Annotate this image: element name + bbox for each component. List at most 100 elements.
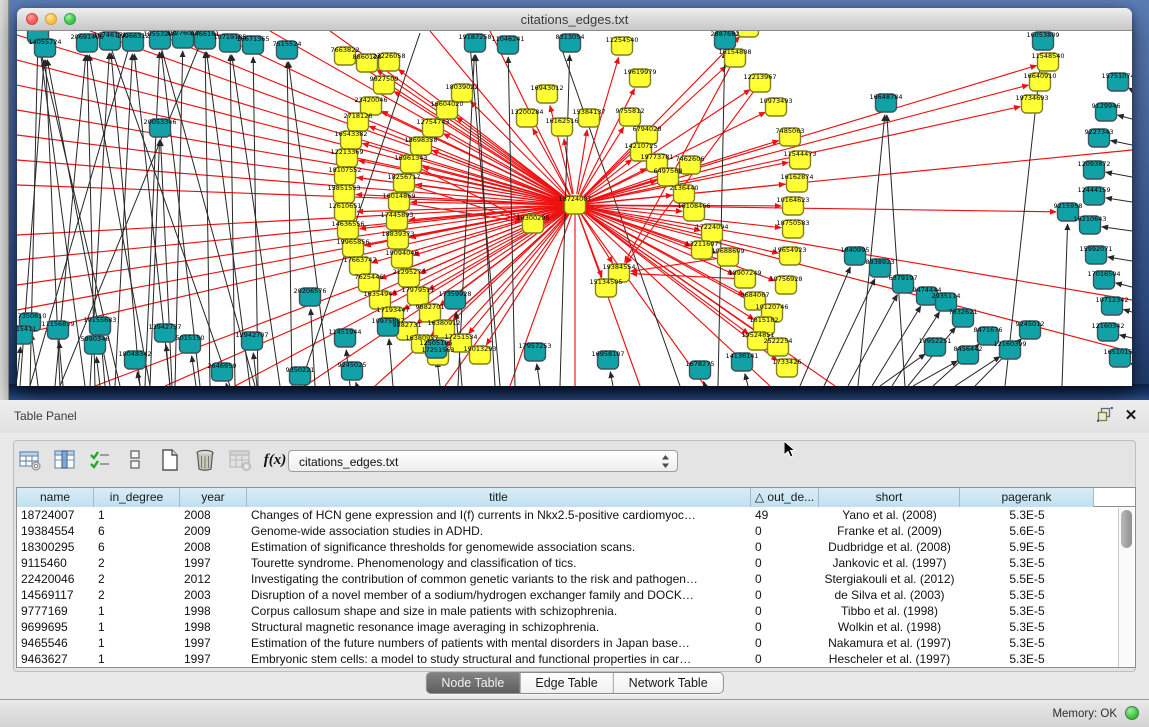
column-header-year[interactable]: year (180, 488, 247, 507)
table-cell[interactable]: 1997 (180, 555, 247, 571)
table-cell[interactable]: 2003 (180, 587, 247, 603)
network-graph[interactable]: 1872400718039022166040201275474318698338… (17, 31, 1132, 386)
table-cell[interactable]: Dudbridge et al. (2008) (819, 539, 960, 555)
table-cell[interactable]: 1 (94, 651, 180, 667)
table-row[interactable]: 1938455462009Genome-wide association stu… (17, 523, 1135, 539)
network-canvas[interactable]: 1872400718039022166040201275474318698338… (17, 31, 1132, 386)
table-cell[interactable]: 0 (751, 523, 819, 539)
scrollbar-thumb[interactable] (1121, 510, 1132, 548)
table-cell[interactable]: 5.3E-5 (960, 555, 1094, 571)
close-panel-icon[interactable]: ✕ (1121, 407, 1141, 425)
table-cell[interactable]: Yano et al. (2008) (819, 507, 960, 523)
table-cell[interactable]: 0 (751, 619, 819, 635)
table-cell[interactable]: 6 (94, 523, 180, 539)
row-format-icon[interactable] (122, 447, 148, 473)
column-header-pagerank[interactable]: pagerank (960, 488, 1094, 507)
table-cell[interactable]: 9777169 (17, 603, 94, 619)
table-cell[interactable]: 1 (94, 619, 180, 635)
table-cell[interactable]: Franke et al. (2009) (819, 523, 960, 539)
table-cell[interactable]: Embryonic stem cells: a model to study s… (247, 651, 751, 667)
table-cell[interactable]: 0 (751, 603, 819, 619)
table-settings-icon[interactable] (17, 447, 43, 473)
table-cell[interactable]: Disruption of a novel member of a sodium… (247, 587, 751, 603)
table-cell[interactable]: 14569117 (17, 587, 94, 603)
table-cell[interactable]: 18724007 (17, 507, 94, 523)
table-cell[interactable]: 2008 (180, 539, 247, 555)
delete-trash-icon[interactable] (192, 447, 218, 473)
tab-network-table[interactable]: Network Table (613, 673, 723, 693)
table-row[interactable]: 2242004622012Investigating the contribut… (17, 571, 1135, 587)
column-header-in_degree[interactable]: in_degree (94, 488, 180, 507)
table-cell[interactable]: 1 (94, 603, 180, 619)
table-cell[interactable]: 1 (94, 635, 180, 651)
table-cell[interactable]: Estimation of the future numbers of pati… (247, 635, 751, 651)
table-cell[interactable]: Tourette syndrome. Phenomenology and cla… (247, 555, 751, 571)
table-cell[interactable]: 2008 (180, 507, 247, 523)
table-cell[interactable]: 2009 (180, 523, 247, 539)
table-cell[interactable]: 5.5E-5 (960, 571, 1094, 587)
function-builder-icon[interactable]: f(x) (262, 447, 288, 473)
table-cell[interactable]: Tibbo et al. (1998) (819, 603, 960, 619)
table-cell[interactable]: 22420046 (17, 571, 94, 587)
table-cell[interactable]: Wolkin et al. (1998) (819, 619, 960, 635)
table-cell[interactable]: 18300295 (17, 539, 94, 555)
table-row[interactable]: 911546021997Tourette syndrome. Phenomeno… (17, 555, 1135, 571)
table-cell[interactable]: 0 (751, 539, 819, 555)
table-cell[interactable]: 5.3E-5 (960, 635, 1094, 651)
table-cell[interactable]: 0 (751, 571, 819, 587)
graph-node[interactable] (738, 31, 759, 37)
tab-edge-table[interactable]: Edge Table (519, 673, 612, 693)
new-document-icon[interactable] (157, 447, 183, 473)
table-cell[interactable]: 0 (751, 651, 819, 667)
table-cell[interactable]: 9115460 (17, 555, 94, 571)
table-cell[interactable]: Nakamura et al. (1997) (819, 635, 960, 651)
column-header-short[interactable]: short (819, 488, 960, 507)
table-cell[interactable]: 9699695 (17, 619, 94, 635)
column-header-title[interactable]: title (247, 488, 751, 507)
table-cell[interactable]: 1998 (180, 619, 247, 635)
table-cell[interactable]: de Silva et al. (2003) (819, 587, 960, 603)
table-row[interactable]: 1872400712008Changes of HCN gene express… (17, 507, 1135, 523)
table-cell[interactable]: 2 (94, 555, 180, 571)
table-cell[interactable]: 5.3E-5 (960, 603, 1094, 619)
table-cell[interactable]: 1997 (180, 651, 247, 667)
table-cell[interactable]: Corpus callosum shape and size in male p… (247, 603, 751, 619)
table-cell[interactable]: 1998 (180, 603, 247, 619)
table-row[interactable]: 946362711997Embryonic stem cells: a mode… (17, 651, 1135, 667)
table-cell[interactable]: 2012 (180, 571, 247, 587)
table-cell[interactable]: 6 (94, 539, 180, 555)
column-select-icon[interactable] (52, 447, 78, 473)
table-cell[interactable]: 2 (94, 587, 180, 603)
table-cell[interactable]: 19384554 (17, 523, 94, 539)
float-panel-icon[interactable] (1095, 407, 1115, 425)
table-cell[interactable]: 5.3E-5 (960, 587, 1094, 603)
table-row[interactable]: 946554611997Estimation of the future num… (17, 635, 1135, 651)
table-cell[interactable]: 5.6E-5 (960, 523, 1094, 539)
table-row[interactable]: 977716911998Corpus callosum shape and si… (17, 603, 1135, 619)
table-row[interactable]: 1456911722003Disruption of a novel membe… (17, 587, 1135, 603)
table-cell[interactable]: Hescheler et al. (1997) (819, 651, 960, 667)
table-cell[interactable]: 49 (751, 507, 819, 523)
column-header-out_de[interactable]: △ out_de... (751, 488, 819, 507)
table-cell[interactable]: Structural magnetic resonance image aver… (247, 619, 751, 635)
table-cell[interactable]: 1997 (180, 635, 247, 651)
select-checks-icon[interactable] (87, 447, 113, 473)
table-cell[interactable]: 9465546 (17, 635, 94, 651)
table-cell[interactable]: 9463627 (17, 651, 94, 667)
table-row[interactable]: 969969511998Structural magnetic resonanc… (17, 619, 1135, 635)
table-cell[interactable]: 0 (751, 587, 819, 603)
table-cell[interactable]: 5.9E-5 (960, 539, 1094, 555)
window-titlebar[interactable]: citations_edges.txt (17, 8, 1132, 31)
column-header-name[interactable]: name (17, 488, 94, 507)
table-cell[interactable]: 5.3E-5 (960, 651, 1094, 667)
table-cell[interactable]: 0 (751, 555, 819, 571)
table-cell[interactable]: 5.3E-5 (960, 619, 1094, 635)
table-cell[interactable]: Estimation of significance thresholds fo… (247, 539, 751, 555)
table-cell[interactable]: 0 (751, 635, 819, 651)
table-cell[interactable]: Changes of HCN gene expression and I(f) … (247, 507, 751, 523)
table-cell[interactable]: 2 (94, 571, 180, 587)
table-cell[interactable]: Jankovic et al. (1997) (819, 555, 960, 571)
table-cell[interactable]: 5.3E-5 (960, 507, 1094, 523)
table-cell[interactable]: Stergiakouli et al. (2012) (819, 571, 960, 587)
table-cell[interactable]: 1 (94, 507, 180, 523)
